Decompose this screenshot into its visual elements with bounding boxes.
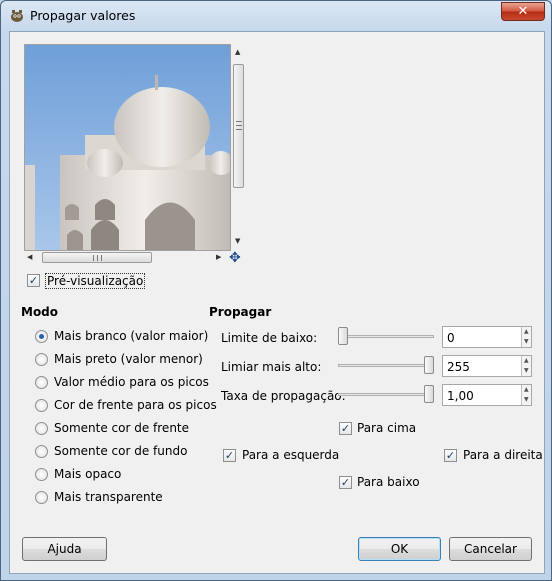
scroll-left-icon[interactable]: ◀ bbox=[27, 254, 32, 261]
ok-button[interactable]: OK bbox=[358, 537, 441, 561]
scroll-down-icon[interactable]: ▼ bbox=[235, 238, 240, 245]
radio-foreground-peaks[interactable] bbox=[35, 399, 48, 412]
dialog-client-area: ▲ ▼ ◀ ▶ ✥ ✓ Pré-visualização Modo Mais b… bbox=[9, 31, 545, 574]
mode-option-label: Mais branco (valor maior) bbox=[54, 329, 209, 343]
preview-checkbox[interactable]: ✓ bbox=[27, 274, 40, 287]
scroll-right-icon[interactable]: ▶ bbox=[216, 254, 221, 261]
right-checkbox[interactable]: ✓ bbox=[444, 449, 457, 462]
rate-slider-track[interactable] bbox=[338, 393, 434, 396]
up-checkbox-label: Para cima bbox=[357, 421, 417, 435]
rate-slider-thumb[interactable] bbox=[424, 385, 434, 403]
mode-option-label: Cor de frente para os picos bbox=[54, 398, 217, 412]
preview-checkbox-label: Pré-visualização bbox=[45, 273, 146, 289]
preview-image[interactable] bbox=[24, 44, 231, 251]
rate-label: Taxa de propagação: bbox=[221, 389, 346, 403]
radio-middle-value[interactable] bbox=[35, 376, 48, 389]
close-button[interactable]: ✕ bbox=[501, 2, 545, 21]
rate-spinbox[interactable]: 1,00 ▲ ▼ bbox=[442, 384, 532, 406]
mode-option-label: Mais opaco bbox=[54, 467, 122, 481]
radio-more-transparent[interactable] bbox=[35, 491, 48, 504]
propagate-heading: Propagar bbox=[209, 305, 272, 319]
radio-more-white[interactable] bbox=[35, 330, 48, 343]
spin-down-icon[interactable]: ▼ bbox=[524, 368, 529, 374]
upper-limit-value: 255 bbox=[447, 360, 470, 374]
spin-up-icon[interactable]: ▲ bbox=[524, 329, 529, 335]
spin-buttons[interactable]: ▲ ▼ bbox=[521, 356, 531, 376]
rate-value: 1,00 bbox=[447, 389, 474, 403]
cancel-button[interactable]: Cancelar bbox=[449, 537, 532, 561]
title-bar[interactable]: Propagar valores ✕ bbox=[1, 1, 551, 31]
spin-down-icon[interactable]: ▼ bbox=[524, 397, 529, 403]
dialog-window: Propagar valores ✕ ▲ ▼ ◀ ▶ ✥ ✓ Pré-visua… bbox=[0, 0, 552, 581]
horizontal-scroll-thumb[interactable] bbox=[42, 252, 152, 263]
upper-limit-spinbox[interactable]: 255 ▲ ▼ bbox=[442, 355, 532, 377]
radio-only-background[interactable] bbox=[35, 445, 48, 458]
spin-up-icon[interactable]: ▲ bbox=[524, 358, 529, 364]
mode-option-label: Somente cor de fundo bbox=[54, 444, 188, 458]
lower-limit-slider-thumb[interactable] bbox=[338, 327, 348, 345]
lower-limit-value: 0 bbox=[447, 331, 455, 345]
navigate-icon[interactable]: ✥ bbox=[229, 250, 241, 266]
mode-option-label: Somente cor de frente bbox=[54, 421, 190, 435]
down-checkbox-label: Para baixo bbox=[357, 475, 420, 489]
radio-more-black[interactable] bbox=[35, 353, 48, 366]
up-checkbox[interactable]: ✓ bbox=[339, 422, 352, 435]
spin-up-icon[interactable]: ▲ bbox=[524, 387, 529, 393]
upper-limit-label: Limiar mais alto: bbox=[221, 360, 322, 374]
lower-limit-spinbox[interactable]: 0 ▲ ▼ bbox=[442, 326, 532, 348]
left-checkbox-label: Para a esquerda bbox=[242, 448, 340, 462]
mode-option-label: Mais transparente bbox=[54, 490, 163, 504]
lower-limit-label: Limite de baixo: bbox=[221, 331, 318, 345]
right-checkbox-label: Para a direita bbox=[463, 448, 543, 462]
window-title: Propagar valores bbox=[30, 8, 136, 23]
left-checkbox[interactable]: ✓ bbox=[223, 449, 236, 462]
down-checkbox[interactable]: ✓ bbox=[339, 476, 352, 489]
spin-buttons[interactable]: ▲ ▼ bbox=[521, 385, 531, 405]
scroll-up-icon[interactable]: ▲ bbox=[235, 49, 240, 56]
upper-limit-slider-thumb[interactable] bbox=[424, 356, 434, 374]
spin-buttons[interactable]: ▲ ▼ bbox=[521, 327, 531, 347]
spin-down-icon[interactable]: ▼ bbox=[524, 339, 529, 345]
upper-limit-slider-track[interactable] bbox=[338, 364, 434, 367]
lower-limit-slider-track[interactable] bbox=[338, 335, 434, 338]
gimp-icon bbox=[11, 10, 23, 22]
mode-heading: Modo bbox=[21, 305, 59, 319]
help-button[interactable]: Ajuda bbox=[22, 537, 107, 561]
preview-vertical-scrollbar[interactable]: ▲ ▼ bbox=[232, 44, 245, 251]
radio-only-foreground[interactable] bbox=[35, 422, 48, 435]
radio-more-opaque[interactable] bbox=[35, 468, 48, 481]
preview-horizontal-scrollbar[interactable]: ◀ ▶ bbox=[24, 251, 231, 264]
taj-mahal-preview-picture bbox=[25, 45, 230, 250]
mode-option-label: Mais preto (valor menor) bbox=[54, 352, 203, 366]
vertical-scroll-thumb[interactable] bbox=[233, 64, 244, 188]
mode-option-label: Valor médio para os picos bbox=[54, 375, 209, 389]
